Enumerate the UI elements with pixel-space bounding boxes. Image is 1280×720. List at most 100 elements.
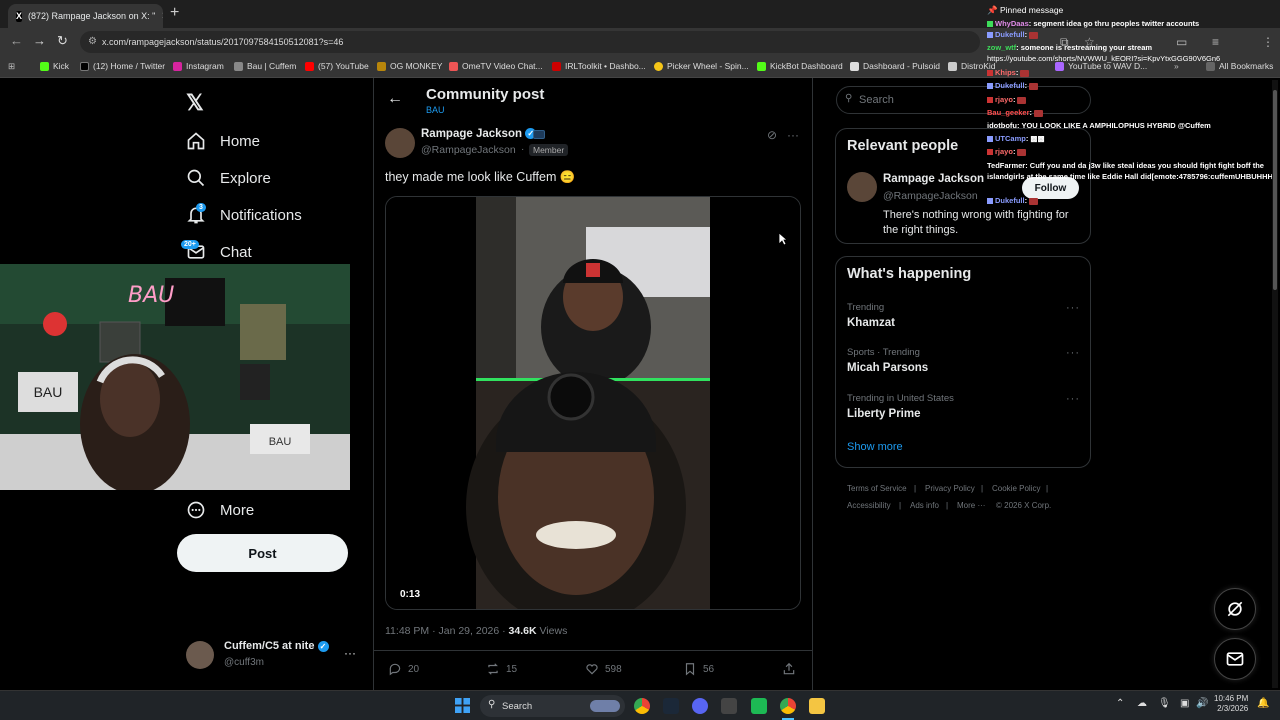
author-name-row[interactable]: Rampage Jackson ✓	[421, 128, 545, 140]
footer-link[interactable]: Cookie Policy	[992, 484, 1040, 493]
x-logo[interactable]: 𝕏	[186, 90, 204, 116]
volume-icon[interactable]: 🔊	[1196, 698, 1208, 709]
mail-icon	[1226, 652, 1244, 666]
bookmark-item[interactable]: Dashboard - Pulsoid	[850, 61, 940, 71]
account-avatar[interactable]	[186, 641, 214, 669]
site-info-icon[interactable]: ⚙	[88, 36, 97, 47]
file-explorer-icon[interactable]	[809, 698, 825, 714]
author-handle[interactable]: @RampageJackson	[421, 144, 516, 156]
trend-item[interactable]: Trending Khamzat	[847, 302, 895, 329]
reply-button[interactable]: 20	[388, 662, 419, 676]
video-player[interactable]: 0:13	[385, 196, 801, 610]
like-button[interactable]: 598	[585, 662, 622, 676]
reply-icon	[389, 663, 401, 676]
bookmark-item[interactable]: Instagram	[173, 61, 224, 71]
bookmark-item[interactable]: OG MONKEY	[377, 61, 442, 71]
trend-more-icon[interactable]: ···	[1066, 347, 1080, 359]
reload-icon[interactable]: ↻	[57, 33, 68, 49]
show-more-link[interactable]: Show more	[847, 441, 903, 453]
footer-copyright: © 2026 X Corp.	[996, 501, 1052, 510]
footer-link[interactable]: Accessibility	[847, 501, 891, 510]
account-switcher[interactable]: Cuffem/C5 at nite ✓	[224, 640, 329, 652]
back-arrow-icon[interactable]: ←	[387, 90, 403, 108]
trend-name: Khamzat	[847, 317, 895, 329]
relevant-bio: There's nothing wrong with fighting for …	[883, 209, 1069, 237]
trend-name: Liberty Prime	[847, 408, 921, 420]
relevant-handle[interactable]: @RampageJackson	[883, 190, 978, 202]
tray-mic-icon[interactable]: 🎙	[1158, 698, 1171, 709]
repost-button[interactable]: 15	[486, 662, 517, 676]
windows-start-icon[interactable]	[455, 698, 470, 713]
chat-message: Dukefull:	[987, 30, 1039, 39]
share-icon	[783, 662, 795, 675]
url-input[interactable]: ⚙ x.com/rampagejackson/status/2017097584…	[80, 31, 980, 53]
bookmark-item[interactable]: IRLToolkit • Dashbo...	[552, 61, 646, 71]
footer-link[interactable]: Privacy Policy	[925, 484, 975, 493]
share-button[interactable]	[782, 662, 796, 676]
taskbar-clock[interactable]: 10:46 PM 2/3/2026	[1214, 694, 1248, 715]
account-more-icon[interactable]: ···	[344, 646, 356, 660]
nav-home[interactable]: Home	[186, 131, 260, 151]
apps-grid-icon[interactable]: ⊞	[8, 61, 15, 72]
tray-cloud-icon[interactable]: ☁	[1137, 698, 1147, 709]
nav-more[interactable]: More	[186, 500, 254, 520]
community-link[interactable]: BAU	[426, 105, 445, 115]
nav-explore[interactable]: Explore	[186, 168, 271, 188]
verified-badge-icon: ✓	[317, 640, 329, 652]
taskbar-search[interactable]: ⚲ Search	[480, 695, 625, 717]
chat-message: TedFarmer: Cuff you and da j3w like stea…	[987, 161, 1264, 170]
discord-icon[interactable]	[692, 698, 708, 714]
chrome-active-icon[interactable]	[780, 698, 796, 714]
footer-link[interactable]: Ads info	[910, 501, 939, 510]
bookmark-item[interactable]: Bau | Cuffem	[234, 61, 296, 71]
tab-close-icon[interactable]: ✕	[161, 11, 163, 22]
home-icon	[187, 132, 205, 150]
emote-icon	[1029, 31, 1039, 39]
bookmark-item[interactable]: Picker Wheel - Spin...	[654, 61, 749, 71]
trend-item[interactable]: Trending in United States Liberty Prime	[847, 393, 954, 420]
chat-message: islandgirls at the same time like Eddie …	[987, 172, 1273, 181]
relevant-name[interactable]: Rampage Jackson	[883, 173, 984, 185]
reply-count: 20	[408, 663, 420, 675]
post-timestamp[interactable]: 11:48 PM · Jan 29, 2026 ·	[385, 625, 509, 637]
scrollbar-thumb[interactable]	[1273, 90, 1277, 290]
relevant-avatar[interactable]	[847, 172, 877, 202]
trend-more-icon[interactable]: ···	[1066, 393, 1080, 405]
scrollbar[interactable]	[1272, 80, 1278, 688]
relevant-people-title: Relevant people	[847, 138, 959, 154]
trend-item[interactable]: Sports · Trending Micah Parsons	[847, 347, 928, 374]
new-tab-button[interactable]: +	[170, 5, 179, 21]
bookmark-item[interactable]: (12) Home / Twitter	[80, 61, 165, 71]
trend-more-icon[interactable]: ···	[1066, 302, 1080, 314]
tray-chevron-icon[interactable]: ⌃	[1116, 698, 1124, 709]
more-circle-icon	[187, 501, 205, 519]
forward-icon[interactable]: →	[33, 33, 46, 49]
network-icon[interactable]: ▣	[1180, 698, 1189, 709]
post-button[interactable]: Post	[177, 534, 348, 572]
author-avatar[interactable]	[385, 128, 415, 158]
grok-float-button[interactable]	[1214, 588, 1256, 630]
app-icon[interactable]	[751, 698, 767, 714]
chrome-icon[interactable]	[634, 698, 650, 714]
back-icon[interactable]: ←	[10, 33, 23, 49]
grok-icon[interactable]: ⊘	[767, 128, 777, 142]
nav-notifications-label: Notifications	[220, 206, 302, 224]
search-highlight-image	[590, 700, 620, 712]
footer-link[interactable]: More ···	[957, 501, 985, 510]
obs-icon[interactable]	[721, 698, 737, 714]
steam-icon[interactable]	[663, 698, 679, 714]
bookmark-item[interactable]: OmeTV Video Chat...	[449, 61, 543, 71]
post-more-icon[interactable]: ···	[787, 128, 799, 142]
browser-tab-active[interactable]: X (872) Rampage Jackson on X: " ✕	[8, 4, 163, 28]
bookmark-item[interactable]: KickBot Dashboard	[757, 61, 843, 71]
trend-category: Sports · Trending	[847, 347, 920, 358]
bookmark-item[interactable]: Kick	[40, 61, 69, 71]
bookmark-item[interactable]: (57) YouTube	[305, 61, 369, 71]
bookmark-count: 56	[703, 663, 715, 675]
chat-message: Bau_geeker:	[987, 108, 1044, 117]
footer-link[interactable]: Terms of Service	[847, 484, 907, 493]
footer-separator: |	[981, 484, 984, 493]
bookmark-button[interactable]: 56	[683, 662, 714, 676]
notification-bell-icon[interactable]: 🔔	[1257, 698, 1269, 709]
messages-float-button[interactable]	[1214, 638, 1256, 680]
